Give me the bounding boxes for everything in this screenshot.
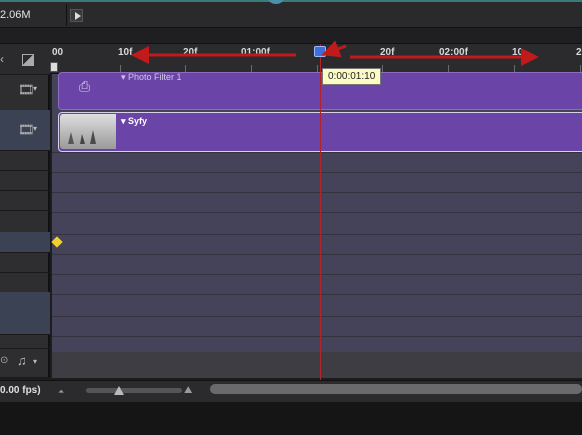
zoom-out-icon[interactable]: ⏶: [58, 387, 64, 397]
panel-bottom-background: [0, 402, 582, 435]
arrow-playhead: [321, 40, 347, 58]
horizontal-scrollbar[interactable]: [210, 384, 582, 394]
annotation-arrows: [131, 40, 539, 66]
zoom-slider-track[interactable]: [86, 388, 182, 393]
fps-readout: 0.00 fps): [0, 385, 41, 396]
zoom-in-icon[interactable]: ⛰: [184, 385, 192, 396]
